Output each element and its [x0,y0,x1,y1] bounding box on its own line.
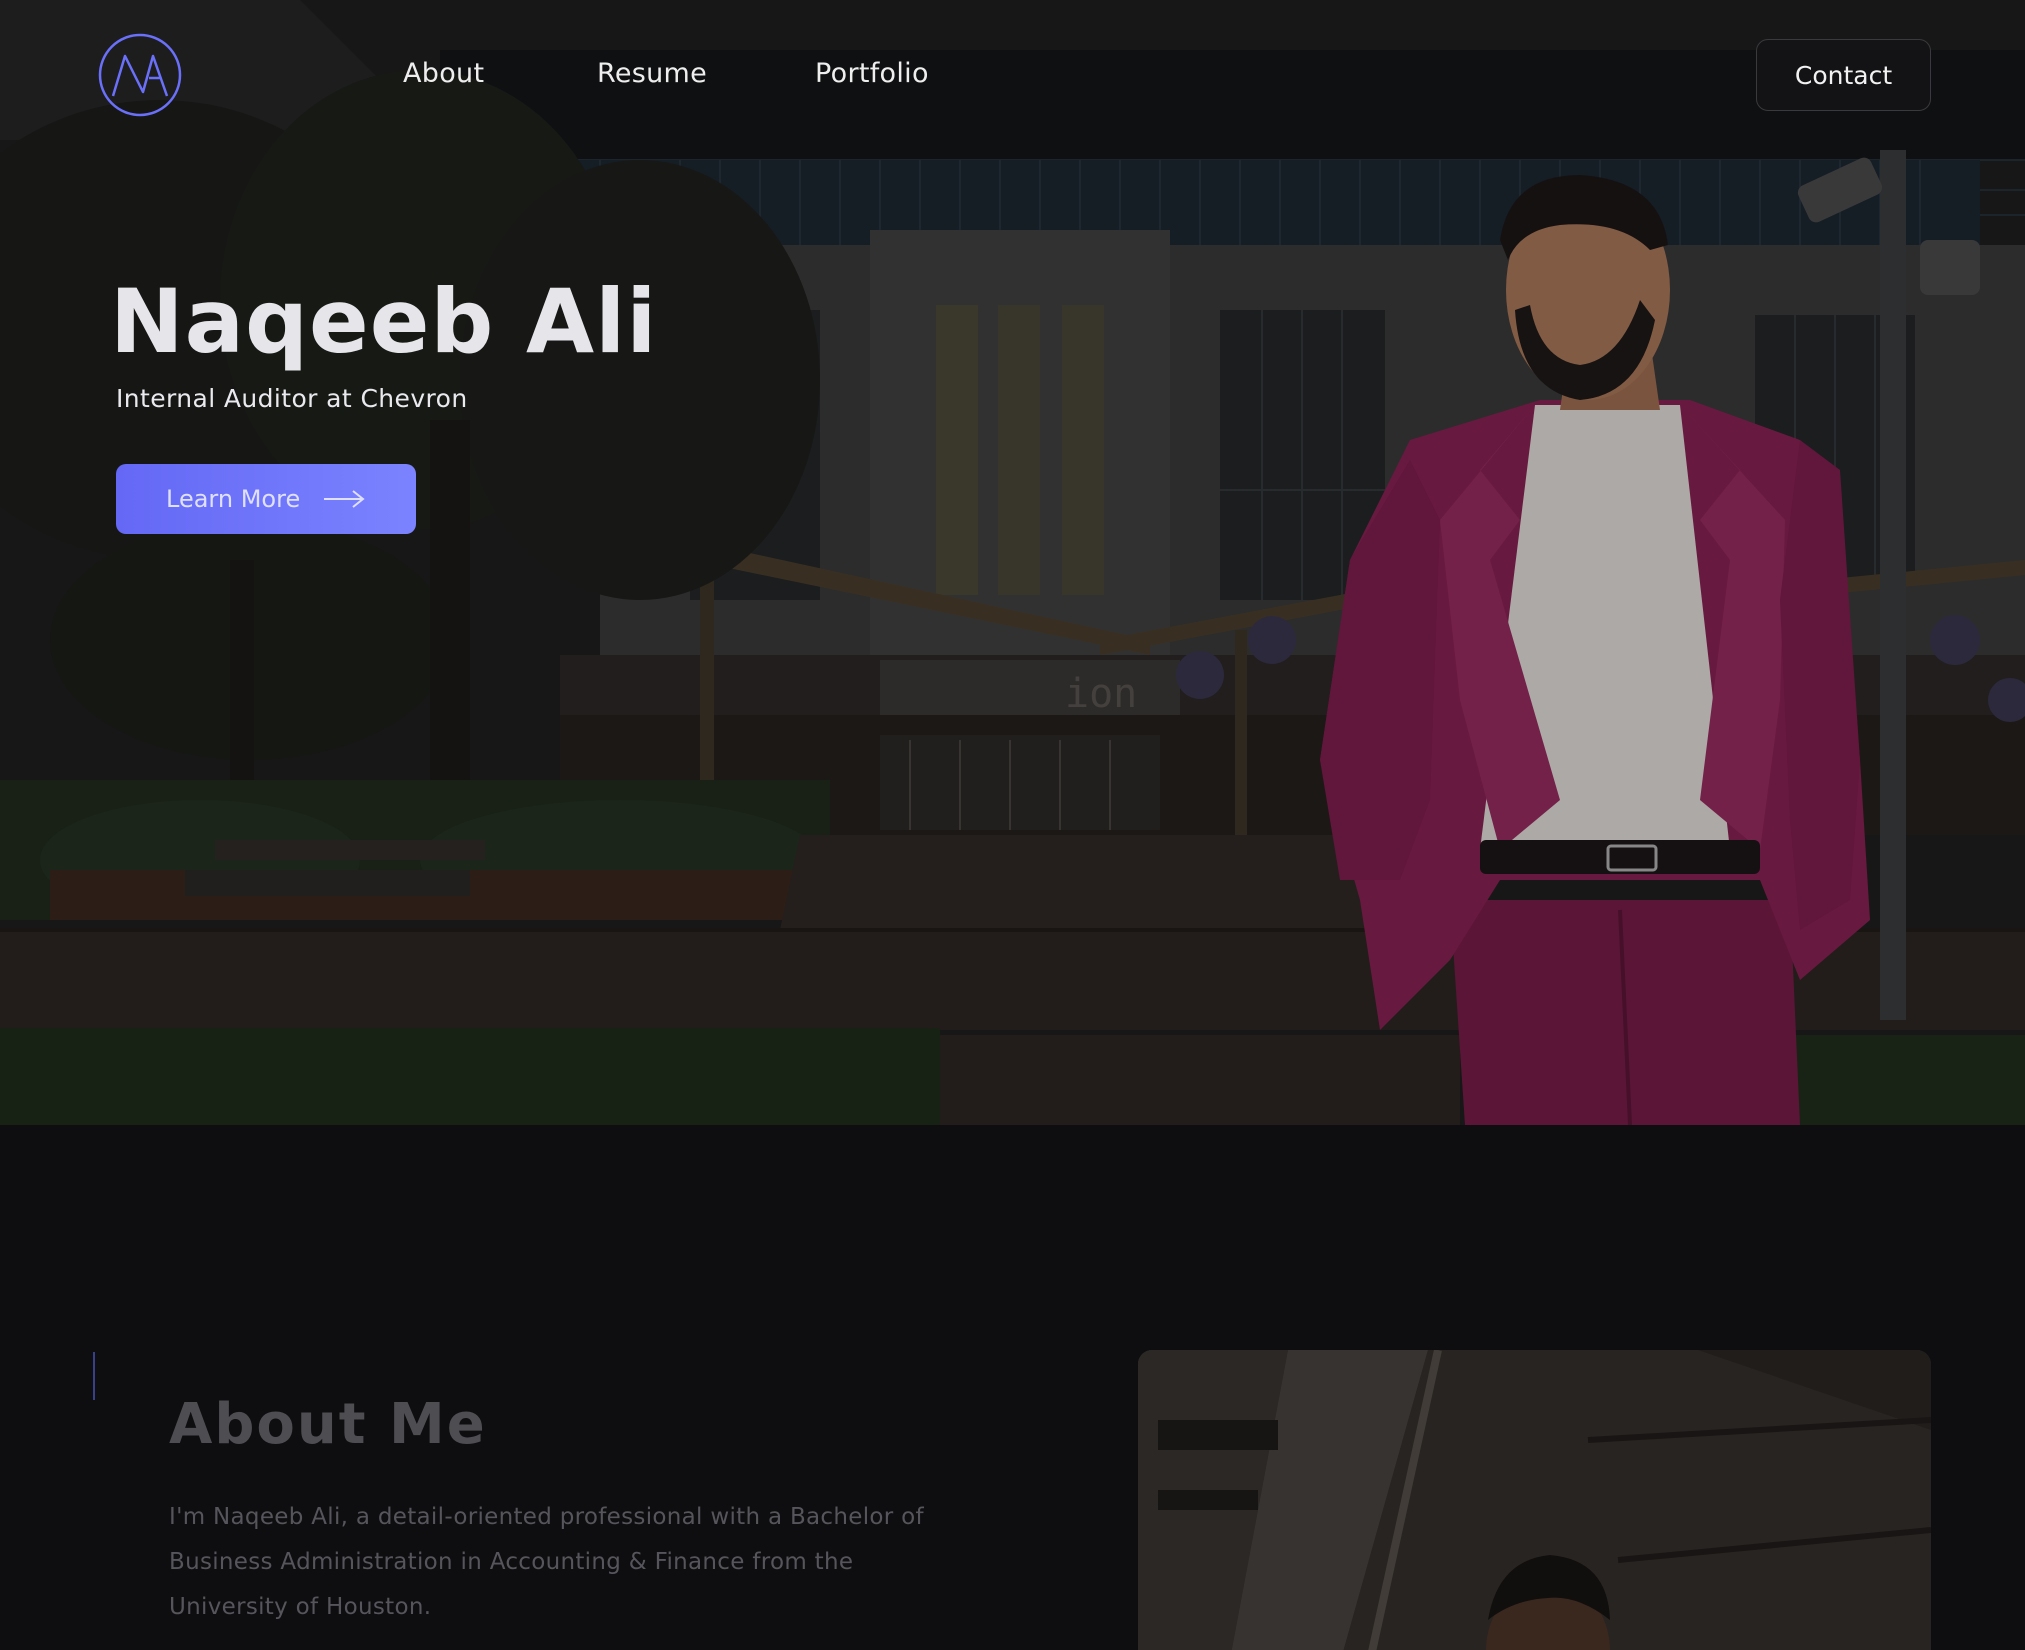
na-logo-icon[interactable] [95,30,185,120]
learn-more-label: Learn More [166,485,301,513]
hero-name-heading: Naqeeb Ali [110,270,658,373]
contact-button[interactable]: Contact [1756,39,1931,111]
hero-background-photo: ion [0,0,2025,1125]
nav-about-link[interactable]: About [403,58,484,89]
nav-resume-link[interactable]: Resume [597,58,707,89]
learn-more-button[interactable]: Learn More [116,464,416,534]
arrow-right-icon [324,490,365,508]
section-accent-bar [93,1352,95,1400]
about-photo [1138,1350,1931,1650]
hero-subtitle: Internal Auditor at Chevron [116,384,468,413]
about-paragraph: I'm Naqeeb Ali, a detail-oriented profes… [169,1504,924,1620]
nav-portfolio-link[interactable]: Portfolio [815,58,929,89]
hero-section: ion [0,0,2025,1125]
about-heading: About Me [169,1392,487,1457]
